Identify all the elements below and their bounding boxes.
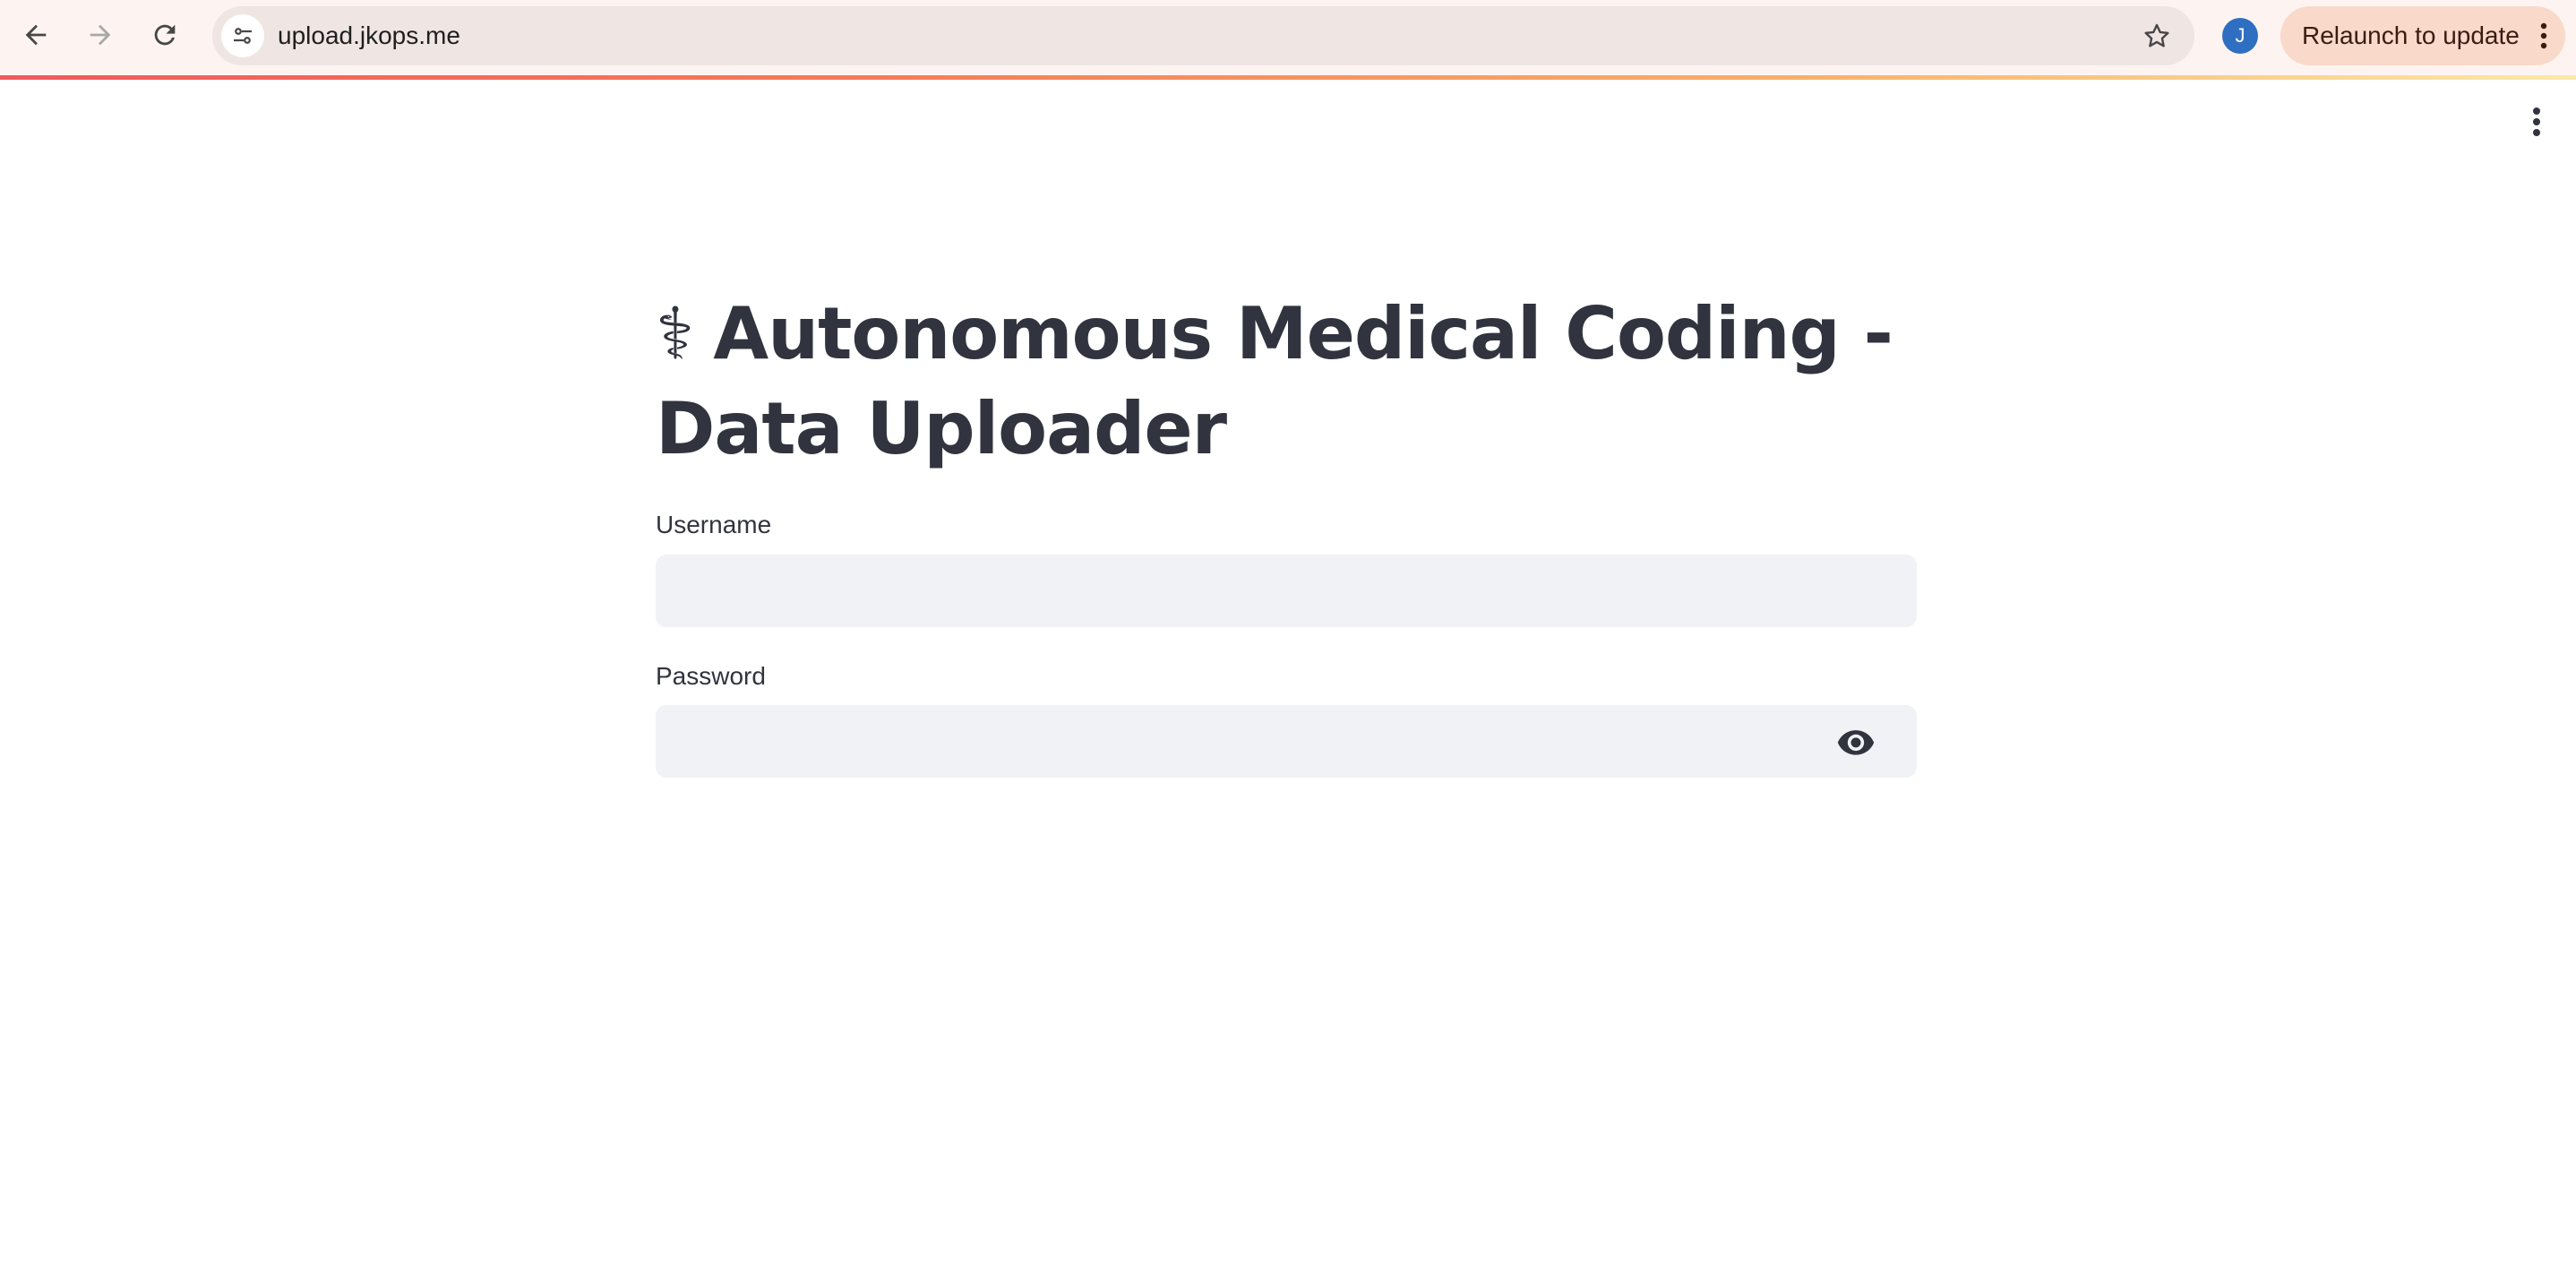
forward-button[interactable] bbox=[78, 13, 123, 57]
reload-button[interactable] bbox=[142, 13, 187, 57]
username-label: Username bbox=[656, 511, 772, 538]
relaunch-label: Relaunch to update bbox=[2302, 22, 2520, 49]
back-button[interactable] bbox=[13, 13, 58, 57]
more-vert-icon bbox=[2540, 22, 2547, 49]
forward-arrow-icon bbox=[90, 24, 111, 46]
show-password-button[interactable] bbox=[1834, 722, 1877, 762]
eye-icon bbox=[1837, 730, 1875, 755]
star-icon bbox=[2144, 23, 2169, 47]
password-input[interactable] bbox=[656, 705, 1917, 778]
reload-icon bbox=[154, 24, 176, 46]
relaunch-button[interactable]: Relaunch to update bbox=[2280, 6, 2565, 65]
back-arrow-icon bbox=[25, 24, 47, 46]
bookmark-button[interactable] bbox=[2139, 18, 2175, 54]
site-info-button[interactable] bbox=[221, 14, 264, 57]
tune-icon bbox=[234, 28, 252, 44]
url-text[interactable]: upload.jkops.me bbox=[278, 6, 460, 65]
username-input[interactable] bbox=[656, 555, 1917, 627]
address-bar[interactable]: upload.jkops.me bbox=[212, 6, 2194, 65]
medical-symbol-icon: ⚕ bbox=[656, 292, 694, 375]
browser-toolbar: upload.jkops.me J Relaunch to update bbox=[0, 0, 2576, 80]
page-title: ⚕ Autonomous Medical Coding - Data Upload… bbox=[656, 287, 1928, 477]
password-label: Password bbox=[656, 662, 766, 690]
app-menu-button[interactable] bbox=[2526, 106, 2547, 138]
profile-avatar[interactable]: J bbox=[2222, 18, 2258, 54]
page-title-text: Autonomous Medical Coding - Data Uploade… bbox=[656, 292, 1893, 470]
loading-gradient-line bbox=[0, 75, 2576, 80]
